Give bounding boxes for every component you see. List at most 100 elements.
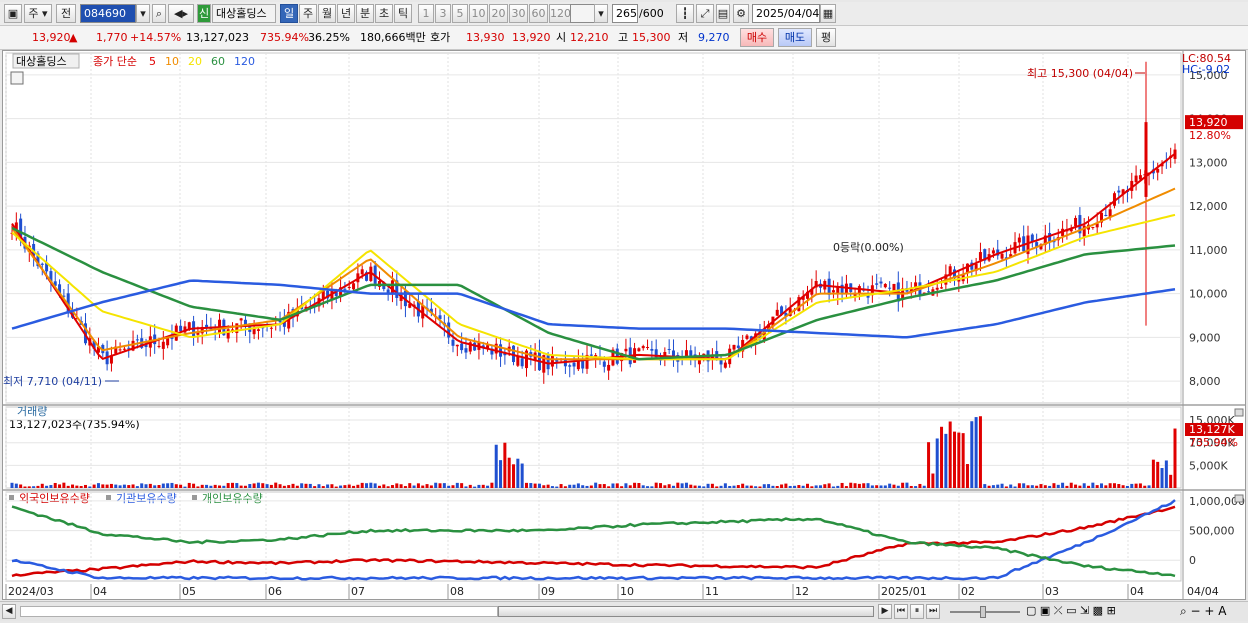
volume-bar — [914, 486, 918, 488]
volume-pane-close-icon[interactable] — [1234, 408, 1244, 417]
interval-btn-5[interactable]: 5 — [452, 4, 468, 23]
volume-bar — [135, 486, 139, 488]
volume-bar — [226, 483, 230, 488]
scrollbar-thumb[interactable] — [498, 606, 874, 617]
last-page-icon[interactable]: ⏭ — [926, 604, 940, 619]
price-candle — [550, 354, 554, 367]
volume-title: 거래량 — [17, 405, 47, 418]
volume-bar — [1009, 484, 1013, 488]
price-candle — [732, 344, 736, 350]
volume-bar — [624, 483, 628, 488]
interval-btn-120[interactable]: 120 — [549, 4, 571, 23]
x-tick-label: 08 — [450, 585, 464, 598]
period-tab-5[interactable]: 초 — [375, 4, 393, 23]
interval-btn-30[interactable]: 30 — [509, 4, 528, 23]
interval-btn-20[interactable]: 20 — [489, 4, 508, 23]
price-y-label: 13,000 — [1189, 156, 1228, 169]
count-input[interactable]: 265 — [612, 4, 638, 23]
volume-bar — [295, 485, 299, 488]
period-tab-3[interactable]: 년 — [337, 4, 355, 23]
price-candle — [166, 337, 170, 346]
save-icon[interactable]: ▤ — [716, 4, 730, 23]
volume-bar — [334, 486, 338, 488]
volume-bar — [797, 485, 801, 488]
calendar-icon[interactable]: ▦ — [820, 4, 836, 23]
price-candle — [516, 356, 520, 366]
market-select[interactable]: 주 ▾ — [24, 4, 52, 23]
price-candle — [723, 362, 727, 368]
interval-btn-10[interactable]: 10 — [469, 4, 488, 23]
volume-bar — [1173, 428, 1177, 488]
period-tab-2[interactable]: 월 — [318, 4, 336, 23]
volume-bar — [922, 485, 926, 488]
prev-button[interactable]: 전 — [56, 4, 76, 23]
draw-tool-icon[interactable]: ⤢ — [696, 4, 714, 23]
quote-bar: 13,920 ▲ 1,770 +14.57% 13,127,023 735.94… — [0, 26, 1248, 50]
last-candle — [1144, 122, 1148, 197]
sell-button[interactable]: 매도 — [778, 28, 812, 47]
holding-pane-close-icon[interactable] — [1234, 494, 1244, 503]
holding-legend-marker — [192, 495, 197, 500]
legend-ma-5: 5 — [149, 55, 156, 68]
tool-icons[interactable]: ▢ ▣ ⤫ ▭ ⇲ ▩ ⊞ — [1026, 599, 1116, 623]
interval-btn-1[interactable]: 1 — [418, 4, 434, 23]
volume-bar — [27, 486, 31, 488]
price-candle — [667, 349, 671, 351]
volume-bar — [1065, 485, 1069, 488]
first-page-icon[interactable]: ⏮ — [894, 604, 908, 619]
volume-bar — [745, 485, 749, 488]
eval-button[interactable]: 평 — [816, 28, 836, 47]
chart-area[interactable]: 2024/03 04 05 06 07 08 09 10 11 12 2025/01 02 03 04 04… — [2, 50, 1246, 600]
pause-icon[interactable]: ⏸ — [910, 604, 924, 619]
stock-code-input[interactable]: 084690 — [80, 4, 136, 23]
chart-canvas[interactable]: 2024/03 04 05 06 07 08 09 10 11 12 2025/01 02 03 04 04… — [3, 51, 1245, 599]
bottom-bar: ◀ ▶ ⏮ ⏸ ⏭ ▢ ▣ ⤫ ▭ ⇲ ▩ ⊞ ⌕ − + A — [0, 601, 1248, 621]
period-tab-6[interactable]: 틱 — [394, 4, 412, 23]
period-tab-1[interactable]: 주 — [299, 4, 317, 23]
scrollbar-track[interactable] — [20, 606, 498, 617]
scroll-right-icon[interactable]: ▶ — [878, 604, 892, 619]
volume-bar — [1043, 485, 1047, 488]
interval-dropdown-icon[interactable]: ▾ — [594, 4, 608, 23]
candle-type-icon[interactable]: ┇ — [676, 4, 694, 23]
price-candle — [239, 318, 243, 321]
sound-icon[interactable]: ◀▸ — [168, 4, 194, 23]
x-tick-label: 04 — [93, 585, 107, 598]
volume-bar — [153, 485, 157, 488]
volume-bar — [114, 484, 118, 488]
period-tab-4[interactable]: 분 — [356, 4, 374, 23]
search-icon[interactable]: ⌕ — [152, 4, 166, 23]
high-price: 15,300 — [632, 31, 671, 44]
volume-bar — [663, 485, 667, 488]
volume-bar — [715, 486, 719, 488]
window-menu-icon[interactable]: ▣ — [4, 4, 22, 23]
zoom-slider-handle[interactable] — [980, 606, 986, 618]
price-candle — [135, 339, 139, 341]
volume-tag: 13,127K — [1189, 423, 1235, 436]
volume-ratio: 735.94% — [260, 31, 309, 44]
volume-bar — [62, 482, 66, 488]
pct-tag: 12.80% — [1189, 129, 1231, 142]
volume-bar — [360, 482, 364, 488]
volume-bar — [1022, 483, 1026, 488]
volume-bar — [174, 484, 178, 488]
buy-button[interactable]: 매수 — [740, 28, 774, 47]
volume-bar — [723, 483, 727, 488]
code-dropdown-icon[interactable]: ▾ — [136, 4, 150, 23]
volume-bar — [654, 482, 658, 488]
interval-btn-60[interactable]: 60 — [529, 4, 548, 23]
calculator-icon[interactable] — [10, 71, 24, 85]
zoom-icons[interactable]: ⌕ − + A — [1180, 599, 1226, 623]
price-candle — [118, 349, 122, 351]
interval-btn-3[interactable]: 3 — [435, 4, 451, 23]
scroll-left-icon[interactable]: ◀ — [2, 604, 16, 619]
date-input[interactable]: 2025/04/04 — [752, 4, 820, 23]
gear-icon[interactable]: ⚙ — [733, 4, 749, 23]
price-candle — [927, 291, 931, 293]
volume-bar — [1134, 483, 1138, 488]
price-candle — [646, 346, 650, 348]
volume-bar — [300, 483, 304, 488]
period-tab-0[interactable]: 일 — [280, 4, 298, 23]
volume-bar — [572, 484, 576, 488]
volume-bar — [581, 485, 585, 488]
